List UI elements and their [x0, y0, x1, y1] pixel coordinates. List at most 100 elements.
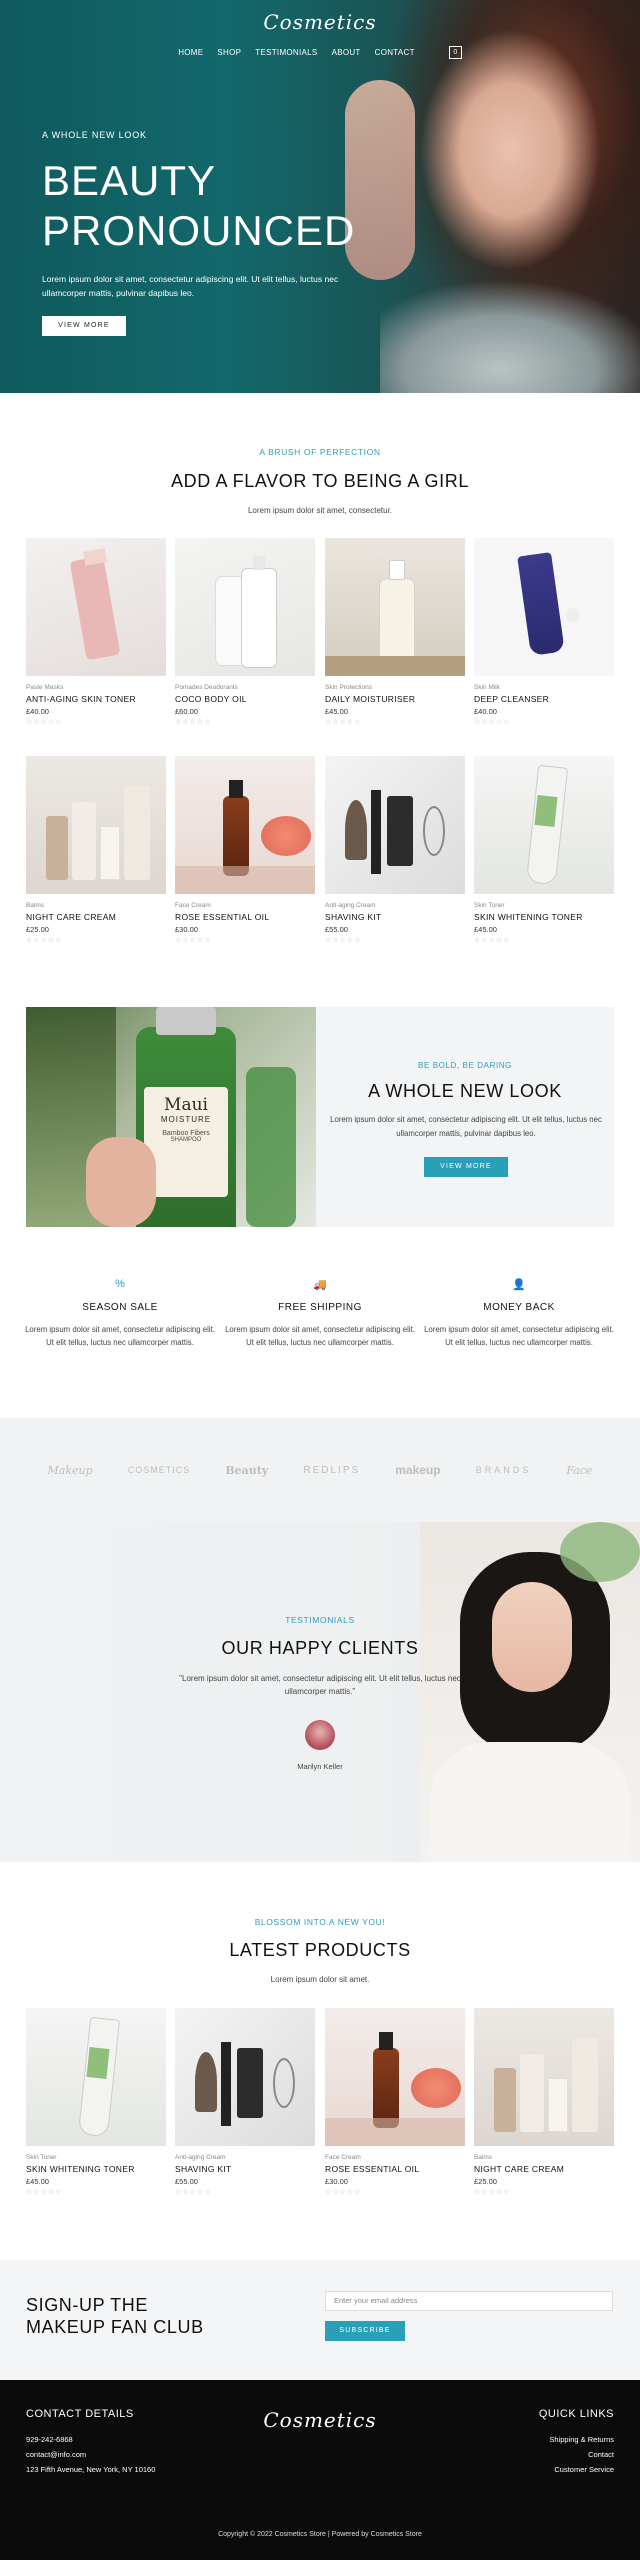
- testimonial-author: Marilyn Keller: [297, 1762, 343, 1771]
- testimonial-quote: "Lorem ipsum dolor sit amet, consectetur…: [179, 1674, 461, 1696]
- product-category: Balms: [26, 902, 45, 909]
- subscribe-button[interactable]: SUBSCRIBE: [325, 2321, 405, 2341]
- product-image[interactable]: [325, 756, 465, 894]
- hero-text: Lorem ipsum dolor sit amet, consectetur …: [42, 274, 339, 298]
- product-card[interactable]: Anti-aging Cream SHAVING KIT £55.00 ☆☆☆☆…: [325, 756, 465, 944]
- copyright: Copyright © 2022 Cosmetics Store | Power…: [218, 2531, 422, 2538]
- product-price: £30.00: [325, 2177, 348, 2186]
- product-card[interactable]: Paste Masks ANTI-AGING SKIN TONER £40.00…: [26, 538, 166, 726]
- product-name[interactable]: ANTI-AGING SKIN TONER: [26, 694, 166, 704]
- brand-logo[interactable]: makeup: [395, 1463, 440, 1477]
- feature-text: Lorem ipsum dolor sit amet, consectetur …: [225, 1325, 415, 1347]
- nav-home[interactable]: HOME: [178, 48, 203, 57]
- site-logo[interactable]: Cosmetics: [0, 10, 640, 34]
- product-card[interactable]: Face Cream ROSE ESSENTIAL OIL £30.00 ☆☆☆…: [175, 756, 315, 944]
- product-card[interactable]: Pomades Deodorants COCO BODY OIL £60.00 …: [175, 538, 315, 726]
- hero-title-line1: BEAUTY: [42, 157, 217, 204]
- rating-stars-icon: ☆☆☆☆☆: [474, 937, 511, 944]
- product-name[interactable]: NIGHT CARE CREAM: [474, 2164, 614, 2174]
- rating-stars-icon: ☆☆☆☆☆: [474, 2189, 511, 2196]
- page: Cosmetics HOME SHOP TESTIMONIALS ABOUT C…: [0, 0, 640, 2560]
- cart-icon[interactable]: 0: [448, 46, 462, 59]
- product-card[interactable]: Skin Toner SKIN WHITENING TONER £45.00 ☆…: [474, 756, 614, 944]
- feature-title: SEASON SALE: [82, 1302, 158, 1313]
- testimonials-kicker: TESTIMONIALS: [285, 1615, 355, 1625]
- product-name[interactable]: DAILY MOISTURISER: [325, 694, 465, 704]
- rating-stars-icon: ☆☆☆☆☆: [26, 719, 63, 726]
- hero-section: Cosmetics HOME SHOP TESTIMONIALS ABOUT C…: [0, 0, 640, 393]
- product-category: Skin Toner: [474, 902, 505, 909]
- product-image[interactable]: [325, 2008, 465, 2146]
- signup-title-line2: MAKEUP FAN CLUB: [26, 2317, 204, 2337]
- feature-text: Lorem ipsum dolor sit amet, consectetur …: [25, 1325, 215, 1347]
- footer-phone[interactable]: 929-242-6868: [26, 2432, 73, 2447]
- footer-link-contact[interactable]: Contact: [588, 2447, 614, 2462]
- product-card[interactable]: Skin Milk DEEP CLEANSER £40.00 ☆☆☆☆☆: [474, 538, 614, 726]
- rating-stars-icon: ☆☆☆☆☆: [175, 2189, 212, 2196]
- hero-title: BEAUTY PRONOUNCED: [42, 156, 355, 256]
- product-name[interactable]: SHAVING KIT: [325, 912, 465, 922]
- product-image[interactable]: [26, 2008, 166, 2146]
- product-price: £45.00: [26, 2177, 49, 2186]
- hero-title-line2: PRONOUNCED: [42, 207, 356, 254]
- product-image[interactable]: [175, 2008, 315, 2146]
- product-card[interactable]: Balms NIGHT CARE CREAM £25.00 ☆☆☆☆☆: [26, 756, 166, 944]
- product-name[interactable]: SKIN WHITENING TONER: [26, 2164, 166, 2174]
- percent-icon: %: [115, 1278, 125, 1290]
- footer: CONTACT DETAILS 929-242-6868 contact@inf…: [0, 2380, 640, 2560]
- product-card[interactable]: Face Cream ROSE ESSENTIAL OIL £30.00 ☆☆☆…: [325, 2008, 465, 2196]
- product-image[interactable]: [175, 538, 315, 676]
- nav-testimonials[interactable]: TESTIMONIALS: [255, 48, 317, 57]
- product-price: £25.00: [474, 2177, 497, 2186]
- brand-logo[interactable]: Beauty: [225, 1464, 268, 1477]
- main-nav: HOME SHOP TESTIMONIALS ABOUT CONTACT 0: [0, 46, 640, 59]
- product-name[interactable]: DEEP CLEANSER: [474, 694, 614, 704]
- product-price: £40.00: [26, 707, 49, 716]
- footer-link-shipping[interactable]: Shipping & Returns: [549, 2432, 614, 2447]
- product-image[interactable]: [474, 538, 614, 676]
- signup-title-line1: SIGN-UP THE: [26, 2295, 148, 2315]
- product-name[interactable]: ROSE ESSENTIAL OIL: [325, 2164, 465, 2174]
- hero-view-more-button[interactable]: VIEW MORE: [42, 316, 126, 336]
- product-card[interactable]: Balms NIGHT CARE CREAM £25.00 ☆☆☆☆☆: [474, 2008, 614, 2196]
- nav-contact[interactable]: CONTACT: [375, 48, 415, 57]
- product-image[interactable]: [474, 2008, 614, 2146]
- brand-logos-strip: Makeup COSMETICS Beauty REDLIPS makeup B…: [0, 1418, 640, 1522]
- brand-logo[interactable]: BRANDS: [476, 1465, 532, 1475]
- product-card[interactable]: Skin Protections DAILY MOISTURISER £45.0…: [325, 538, 465, 726]
- banner-view-more-button[interactable]: VIEW MORE: [424, 1157, 508, 1177]
- product-name[interactable]: COCO BODY OIL: [175, 694, 315, 704]
- email-field[interactable]: Enter your email address: [325, 2291, 613, 2311]
- brand-logo[interactable]: Face: [566, 1464, 592, 1477]
- product-name[interactable]: SHAVING KIT: [175, 2164, 315, 2174]
- product-name[interactable]: NIGHT CARE CREAM: [26, 912, 166, 922]
- latest-kicker: BLOSSOM INTO A NEW YOU!: [254, 1917, 386, 1927]
- product-name[interactable]: SKIN WHITENING TONER: [474, 912, 614, 922]
- banner-text: Lorem ipsum dolor sit amet, consectetur …: [330, 1115, 602, 1138]
- product-image[interactable]: [325, 538, 465, 676]
- product-card[interactable]: Anti-aging Cream SHAVING KIT £55.00 ☆☆☆☆…: [175, 2008, 315, 2196]
- product-image[interactable]: [474, 756, 614, 894]
- product-category: Balms: [474, 2154, 493, 2161]
- footer-link-customer-service[interactable]: Customer Service: [554, 2462, 614, 2477]
- brand-logo[interactable]: COSMETICS: [128, 1465, 191, 1475]
- truck-icon: 🚚: [313, 1279, 327, 1291]
- user-money-icon: 👤: [512, 1279, 526, 1291]
- nav-shop[interactable]: SHOP: [217, 48, 241, 57]
- product-category: Face Cream: [175, 902, 211, 909]
- flavor-title: ADD A FLAVOR TO BEING A GIRL: [171, 471, 469, 491]
- brand-logo[interactable]: REDLIPS: [303, 1465, 360, 1476]
- flavor-subtitle: Lorem ipsum dolor sit amet, consectetur.: [247, 506, 393, 515]
- footer-email[interactable]: contact@info.com: [26, 2447, 86, 2462]
- product-category: Pomades Deodorants: [175, 684, 238, 691]
- product-image[interactable]: [26, 538, 166, 676]
- product-image[interactable]: [26, 756, 166, 894]
- rating-stars-icon: ☆☆☆☆☆: [175, 719, 212, 726]
- product-card[interactable]: Skin Toner SKIN WHITENING TONER £45.00 ☆…: [26, 2008, 166, 2196]
- brand-logo[interactable]: Makeup: [48, 1464, 93, 1477]
- product-image[interactable]: [175, 756, 315, 894]
- feature-money-back: 👤 MONEY BACK Lorem ipsum dolor sit amet,…: [424, 1278, 614, 1349]
- nav-about[interactable]: ABOUT: [332, 48, 361, 57]
- rating-stars-icon: ☆☆☆☆☆: [325, 937, 362, 944]
- product-name[interactable]: ROSE ESSENTIAL OIL: [175, 912, 315, 922]
